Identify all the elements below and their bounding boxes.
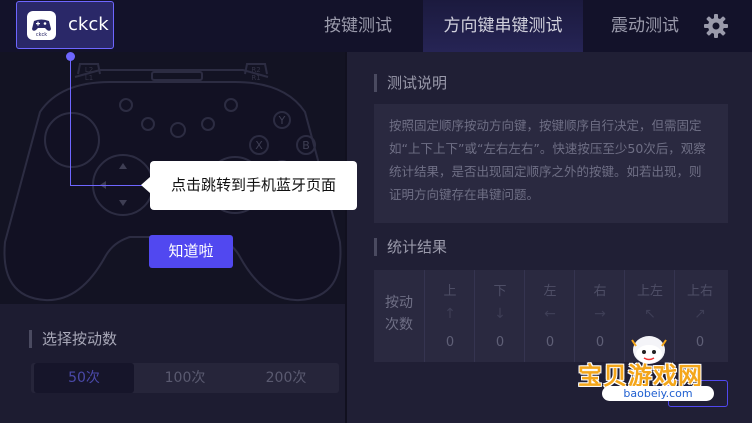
stats-col-label: 上 bbox=[443, 284, 457, 299]
press-count-option-100[interactable]: 100次 bbox=[135, 363, 235, 393]
stats-col-label: 下 bbox=[493, 284, 507, 299]
stats-column-up: 上 ↑ 0 bbox=[424, 270, 475, 362]
stats-col-label: 左 bbox=[543, 284, 557, 299]
stats-row-label-text: 按动次数 bbox=[385, 295, 413, 333]
arrow-left-icon: ← bbox=[544, 306, 556, 322]
settings-gear-icon[interactable] bbox=[701, 11, 731, 41]
arrow-up-right-icon: ↗ bbox=[694, 306, 706, 322]
app-name: ckck bbox=[68, 14, 109, 35]
stats-col-value: 0 bbox=[495, 335, 505, 350]
tab-dpad-test[interactable]: 方向键串键测试 bbox=[423, 0, 583, 52]
top-bar: ckck ckck 按键测试 方向键串键测试 震动测试 bbox=[0, 0, 752, 52]
got-it-button[interactable]: 知道啦 bbox=[149, 235, 233, 268]
stats-col-value: 0 bbox=[445, 335, 455, 350]
guide-connector-line-horizontal bbox=[70, 185, 150, 186]
press-count-option-200[interactable]: 200次 bbox=[236, 363, 336, 393]
stats-col-value: 0 bbox=[545, 335, 555, 350]
arrow-right-icon: → bbox=[594, 306, 606, 322]
stats-col-label: 右 bbox=[593, 284, 607, 299]
tab-vibration-test[interactable]: 震动测试 bbox=[594, 0, 696, 52]
stats-title: 统计结果 bbox=[374, 238, 447, 256]
press-count-title: 选择按动数 bbox=[29, 330, 117, 348]
guide-connector-dot bbox=[66, 52, 75, 61]
logo-icon-text: ckck bbox=[36, 32, 47, 37]
arrow-up-left-icon: ↖ bbox=[644, 306, 656, 322]
arrow-up-icon: ↑ bbox=[444, 306, 456, 322]
stats-column-left: 左 ← 0 bbox=[524, 270, 575, 362]
stats-column-down: 下 ↓ 0 bbox=[474, 270, 525, 362]
stats-row-label: 按动次数 bbox=[374, 270, 424, 362]
press-count-selector: 50次 100次 200次 bbox=[31, 363, 339, 393]
watermark-url: baobeiy.com bbox=[602, 386, 714, 401]
bluetooth-tooltip[interactable]: 点击跳转到手机蓝牙页面 bbox=[141, 161, 357, 210]
tab-key-test[interactable]: 按键测试 bbox=[304, 0, 412, 52]
instructions-text: 按照固定顺序按动方向键，按键顺序自行决定，但需固定如“上下上下”或“左右左右”。… bbox=[374, 104, 728, 223]
stats-col-label: 上右 bbox=[686, 284, 713, 299]
guide-connector-line bbox=[70, 57, 71, 185]
stats-col-label: 上左 bbox=[636, 284, 663, 299]
press-count-option-50[interactable]: 50次 bbox=[34, 363, 134, 393]
instructions-title: 测试说明 bbox=[374, 74, 447, 92]
app-logo-button[interactable]: ckck ckck bbox=[16, 1, 114, 49]
gamepad-icon: ckck bbox=[27, 11, 56, 40]
arrow-down-icon: ↓ bbox=[494, 306, 506, 322]
